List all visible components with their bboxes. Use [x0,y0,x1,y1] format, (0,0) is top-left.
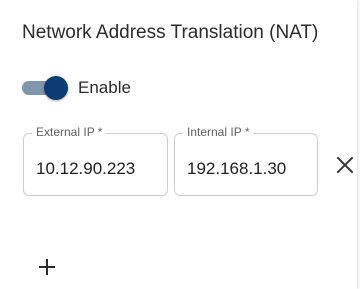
external-ip-input[interactable] [36,156,155,182]
internal-ip-label: Internal IP * [183,125,254,139]
enable-toggle-row: Enable [22,75,131,101]
plus-icon [39,259,55,275]
remove-mapping-button[interactable] [332,152,358,178]
enable-label: Enable [78,78,131,97]
external-ip-label: External IP * [32,125,107,139]
close-icon [336,156,354,174]
external-ip-field[interactable]: External IP * [23,125,168,196]
internal-ip-input[interactable] [187,156,305,182]
nat-panel: Network Address Translation (NAT) Enable… [0,0,357,289]
section-title: Network Address Translation (NAT) [22,22,319,43]
internal-ip-field[interactable]: Internal IP * [174,125,318,196]
add-mapping-button[interactable] [32,252,62,282]
enable-toggle[interactable] [22,75,68,101]
toggle-thumb [44,76,68,100]
